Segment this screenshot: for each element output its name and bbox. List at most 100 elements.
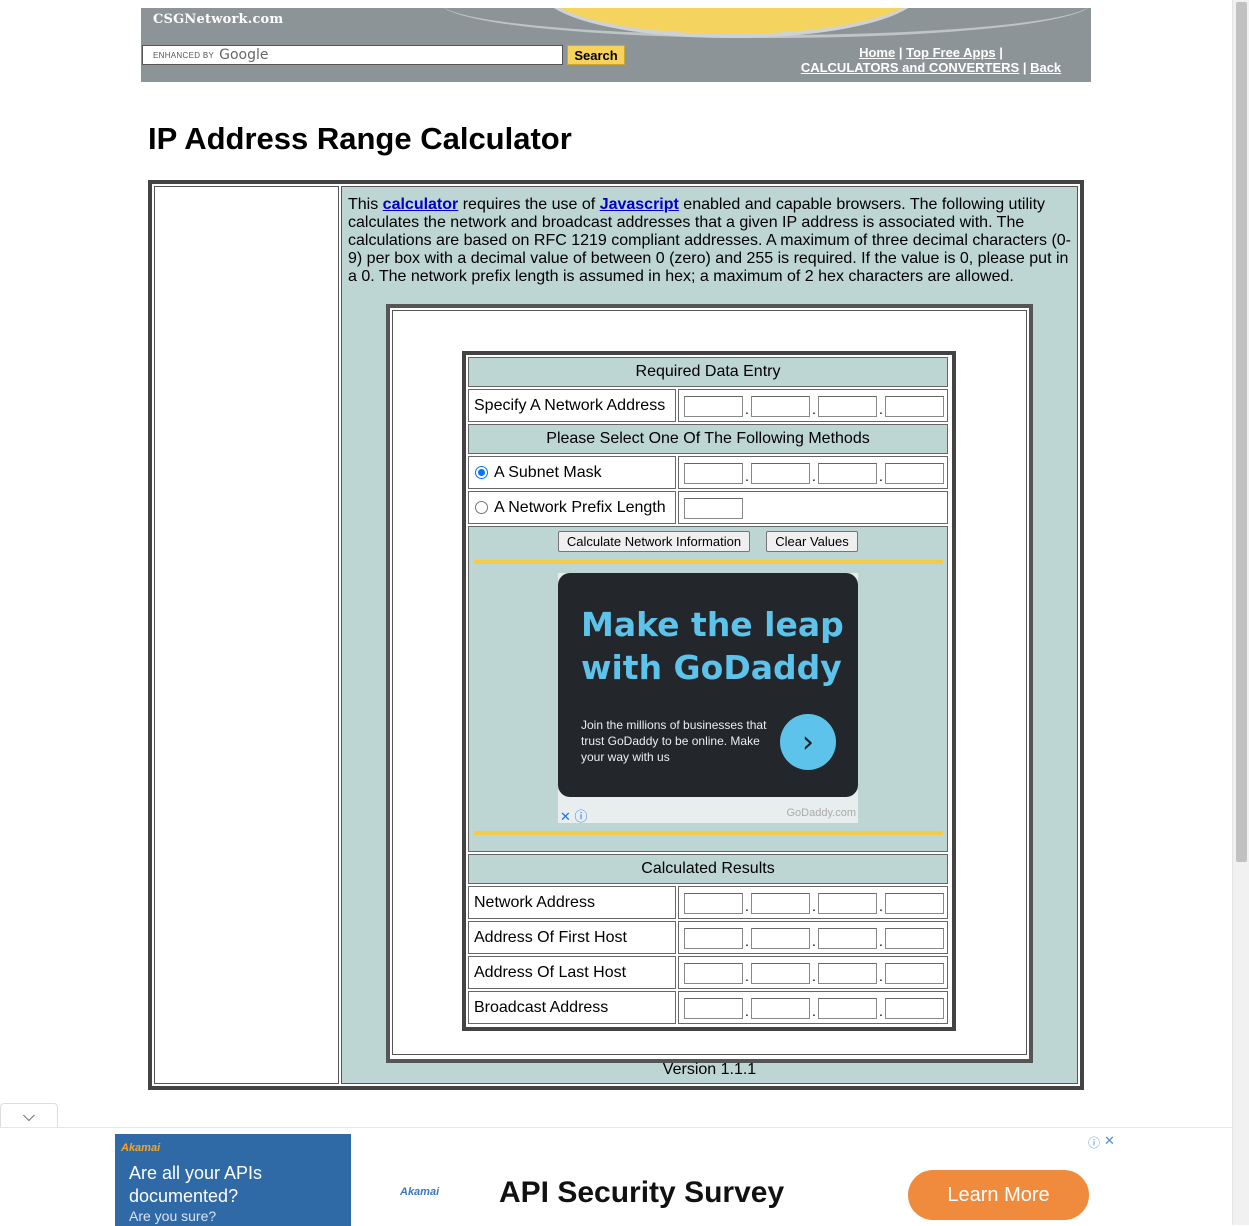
left-empty-cell — [154, 186, 339, 1084]
divider — [474, 831, 943, 835]
javascript-link[interactable]: Javascript — [600, 196, 679, 213]
prefix-length-input[interactable] — [684, 498, 743, 519]
google-logo: Google — [219, 47, 269, 63]
back-link[interactable]: Back — [1030, 60, 1061, 75]
search-enhanced-label: ENHANCED BY — [153, 50, 215, 60]
chevron-down-icon[interactable]: ⌵ — [0, 1103, 58, 1130]
akamai-logo: Akamai — [400, 1186, 440, 1198]
result-octet[interactable] — [684, 998, 743, 1019]
first-host-label: Address Of First Host — [468, 921, 676, 954]
octet-dot: . — [879, 968, 883, 984]
first-host-result: ... — [678, 921, 948, 954]
broadcast-address-label: Broadcast Address — [468, 991, 676, 1024]
result-octet[interactable] — [885, 893, 944, 914]
result-octet[interactable] — [818, 998, 877, 1019]
calculator-link[interactable]: calculator — [383, 196, 459, 213]
nav-separator: | — [999, 45, 1003, 60]
network-address-result-label: Network Address — [468, 886, 676, 919]
divider — [474, 560, 943, 564]
version-label: Version 1.1.1 — [662, 1061, 757, 1078]
subnet-mask-radio[interactable] — [475, 466, 488, 479]
octet-dot: . — [812, 898, 816, 914]
octet-dot: . — [745, 1003, 749, 1019]
close-icon[interactable]: ✕ — [1104, 1133, 1115, 1149]
octet-dot: . — [812, 1003, 816, 1019]
search-button[interactable]: Search — [567, 45, 625, 65]
scrollbar-thumb[interactable] — [1236, 2, 1247, 862]
prefix-length-input-cell — [678, 491, 948, 524]
network-address-octet-4[interactable] — [885, 396, 944, 417]
akamai-logo: Akamai — [121, 1142, 161, 1154]
ad-card[interactable]: Make the leap with GoDaddy Join the mill… — [558, 573, 858, 797]
octet-dot: . — [745, 898, 749, 914]
octet-dot: . — [812, 468, 816, 484]
page-title: IP Address Range Calculator — [148, 121, 572, 156]
result-octet[interactable] — [885, 963, 944, 984]
octet-dot: . — [745, 468, 749, 484]
vertical-scrollbar[interactable] — [1232, 0, 1249, 1225]
octet-dot: . — [879, 933, 883, 949]
ad-close-icon[interactable]: ✕ ⓘ — [560, 806, 588, 825]
calculators-link[interactable]: CALCULATORS and CONVERTERS — [801, 60, 1019, 75]
subnet-mask-label: A Subnet Mask — [494, 463, 602, 481]
ad-body: Join the millions of businesses that tru… — [581, 718, 767, 764]
result-octet[interactable] — [684, 893, 743, 914]
calculate-button[interactable]: Calculate Network Information — [558, 531, 750, 552]
result-octet[interactable] — [751, 928, 810, 949]
octet-dot: . — [879, 1003, 883, 1019]
ad-image[interactable]: Akamai Are all your APIs documented? Are… — [115, 1134, 351, 1226]
chevron-right-icon[interactable]: › — [780, 714, 836, 770]
top-nav-links: Home | Top Free Apps | CALCULATORS and C… — [771, 45, 1091, 75]
required-data-header: Required Data Entry — [468, 357, 948, 387]
octet-dot: . — [879, 401, 883, 417]
result-octet[interactable] — [885, 928, 944, 949]
result-octet[interactable] — [751, 893, 810, 914]
info-icon[interactable]: ⓘ — [1088, 1134, 1100, 1151]
learn-more-button[interactable]: Learn More — [908, 1170, 1089, 1220]
bottom-banner-ad[interactable]: Akamai Are all your APIs documented? Are… — [0, 1127, 1232, 1226]
result-octet[interactable] — [818, 963, 877, 984]
subnet-mask-octet-2[interactable] — [751, 463, 810, 484]
calculator-frame: Required Data Entry Specify A Network Ad… — [386, 304, 1033, 1063]
content-cell: This calculator requires the use of Java… — [341, 186, 1078, 1084]
result-octet[interactable] — [818, 893, 877, 914]
result-octet[interactable] — [818, 928, 877, 949]
result-octet[interactable] — [751, 963, 810, 984]
subnet-mask-octet-4[interactable] — [885, 463, 944, 484]
octet-dot: . — [745, 401, 749, 417]
result-octet[interactable] — [885, 998, 944, 1019]
octet-dot: . — [812, 401, 816, 417]
home-link[interactable]: Home — [859, 45, 895, 60]
actions-and-ad-cell: Calculate Network Information Clear Valu… — [468, 526, 948, 852]
ad-headline: Make the leap with GoDaddy — [581, 605, 844, 687]
subnet-mask-octet-3[interactable] — [818, 463, 877, 484]
main-table: This calculator requires the use of Java… — [148, 180, 1084, 1090]
last-host-result: ... — [678, 956, 948, 989]
subnet-mask-option[interactable]: A Subnet Mask — [468, 456, 676, 489]
result-octet[interactable] — [684, 963, 743, 984]
octet-dot: . — [879, 468, 883, 484]
octet-dot: . — [745, 933, 749, 949]
last-host-label: Address Of Last Host — [468, 956, 676, 989]
ad-subtext: Are you sure? — [129, 1208, 217, 1224]
network-address-octet-3[interactable] — [818, 396, 877, 417]
methods-header: Please Select One Of The Following Metho… — [468, 424, 948, 454]
intro-text-part: requires the use of — [458, 196, 600, 213]
network-address-octet-2[interactable] — [751, 396, 810, 417]
calculator-table: Required Data Entry Specify A Network Ad… — [462, 351, 956, 1031]
nav-separator: | — [898, 45, 903, 60]
network-address-result: ... — [678, 886, 948, 919]
site-logo[interactable]: CSGNetwork.com — [153, 12, 283, 27]
ad-footer: ✕ ⓘ GoDaddy.com — [558, 806, 858, 825]
top-free-apps-link[interactable]: Top Free Apps — [906, 45, 996, 60]
result-octet[interactable] — [751, 998, 810, 1019]
result-octet[interactable] — [684, 928, 743, 949]
network-address-octet-1[interactable] — [684, 396, 743, 417]
prefix-length-radio[interactable] — [475, 501, 488, 514]
prefix-length-option[interactable]: A Network Prefix Length — [468, 491, 676, 524]
subnet-mask-octet-1[interactable] — [684, 463, 743, 484]
intro-text-part: This — [348, 196, 383, 213]
search-input[interactable]: ENHANCED BY Google — [142, 45, 563, 65]
clear-values-button[interactable]: Clear Values — [766, 531, 858, 552]
godaddy-ad[interactable]: Make the leap with GoDaddy Join the mill… — [558, 573, 858, 825]
